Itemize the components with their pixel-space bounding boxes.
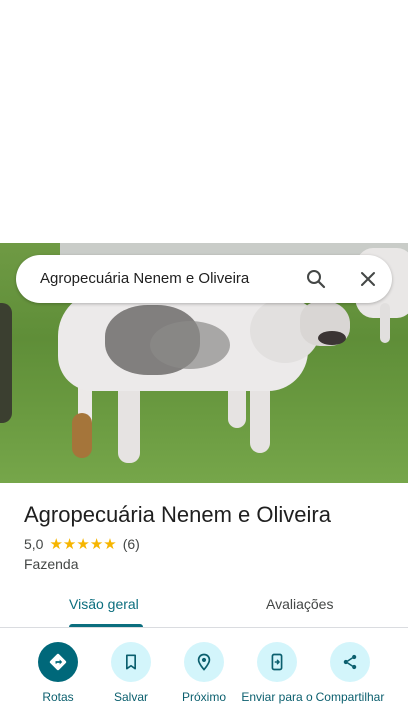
tab-active-indicator	[69, 624, 143, 627]
star-icon: ★	[49, 535, 63, 553]
share-icon	[343, 654, 357, 670]
blank-map-area	[0, 0, 408, 243]
directions-button[interactable]: Rotas	[20, 642, 96, 704]
star-icon: ★	[62, 535, 77, 553]
place-title: Agropecuária Nenem e Oliveira	[24, 502, 331, 527]
save-button[interactable]: Salvar	[93, 642, 169, 704]
send-to-phone-icon	[271, 653, 283, 671]
nearby-label: Próximo	[181, 690, 226, 704]
bookmark-icon	[126, 654, 136, 670]
nearby-button[interactable]: Próximo	[166, 642, 242, 704]
rating-row[interactable]: 5,0 ★ ★ ★ ★ ★ (6)	[24, 536, 140, 552]
star-icon: ★	[76, 535, 90, 553]
star-icon: ★	[103, 535, 117, 553]
tab-bar: Visão geral Avaliações	[0, 586, 408, 628]
send-to-phone-label: Enviar para o	[241, 690, 313, 704]
send-to-phone-button[interactable]: Enviar para o	[239, 642, 315, 704]
tab-overview[interactable]: Visão geral	[69, 596, 139, 612]
save-label: Salvar	[113, 690, 148, 704]
close-icon[interactable]	[356, 267, 380, 291]
place-category: Fazenda	[24, 556, 79, 572]
star-rating: ★ ★ ★ ★ ★	[49, 537, 116, 552]
search-query[interactable]: Agropecuária Nenem e Oliveira	[40, 270, 249, 287]
nearby-icon	[197, 653, 211, 671]
review-count[interactable]: (6)	[123, 536, 140, 552]
action-row: Rotas Salvar Próximo Enviar para o Compa…	[0, 642, 408, 726]
share-button[interactable]: Compartilhar	[312, 642, 388, 704]
search-icon[interactable]	[304, 267, 328, 291]
rating-value: 5,0	[24, 536, 44, 552]
directions-icon	[49, 653, 67, 671]
directions-label: Rotas	[42, 690, 74, 704]
tab-reviews[interactable]: Avaliações	[266, 596, 333, 612]
star-icon: ★	[89, 535, 104, 553]
search-bar[interactable]: Agropecuária Nenem e Oliveira	[16, 255, 392, 303]
share-label: Compartilhar	[315, 690, 385, 704]
